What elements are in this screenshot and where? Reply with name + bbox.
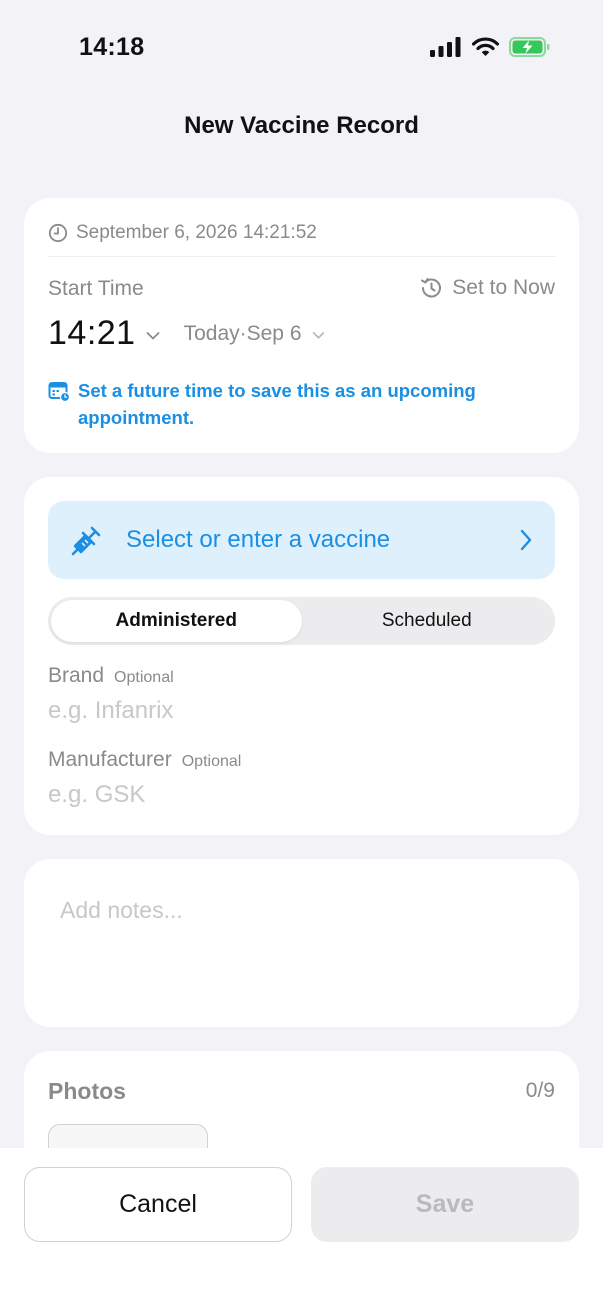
- save-button[interactable]: Save: [311, 1167, 579, 1242]
- time-picker[interactable]: 14:21: [48, 314, 136, 353]
- syringe-icon: [71, 526, 101, 556]
- appointment-hint-text: Set a future time to save this as an upc…: [78, 380, 476, 428]
- divider: [48, 256, 555, 257]
- status-segmented-control: Administered Scheduled: [48, 597, 555, 645]
- select-vaccine-button[interactable]: Select or enter a vaccine: [48, 501, 555, 579]
- status-bar: 14:18: [0, 0, 603, 96]
- start-time-label: Start Time: [48, 277, 144, 300]
- cellular-signal-icon: [430, 37, 461, 57]
- notes-input[interactable]: [60, 897, 540, 1007]
- brand-optional-tag: Optional: [114, 669, 174, 686]
- start-time-card: September 6, 2026 14:21:52 Start Time Se…: [24, 198, 579, 453]
- brand-label-row: Brand Optional: [48, 664, 174, 688]
- set-to-now-label: Set to Now: [452, 276, 555, 299]
- status-time: 14:18: [79, 33, 145, 61]
- battery-charging-icon: [509, 37, 550, 57]
- notes-card: [24, 859, 579, 1027]
- brand-label: Brand: [48, 664, 105, 687]
- set-to-now-button[interactable]: Set to Now: [418, 275, 555, 301]
- chevron-right-icon: [520, 529, 532, 551]
- photos-count: 0/9: [525, 1079, 555, 1102]
- chevron-down-icon[interactable]: [312, 331, 325, 340]
- calendar-icon: [48, 382, 70, 402]
- history-icon: [421, 278, 442, 298]
- brand-input[interactable]: [48, 697, 528, 725]
- appointment-hint: Set a future time to save this as an upc…: [48, 377, 518, 431]
- segment-scheduled[interactable]: Scheduled: [302, 600, 553, 642]
- cancel-button[interactable]: Cancel: [24, 1167, 292, 1242]
- timestamp-row: September 6, 2026 14:21:52: [48, 222, 317, 244]
- segment-administered[interactable]: Administered: [51, 600, 302, 642]
- time-date-row: 14:21 Today·Sep 6: [48, 314, 325, 353]
- vaccine-card: Select or enter a vaccine Administered S…: [24, 477, 579, 835]
- manufacturer-label-row: Manufacturer Optional: [48, 748, 241, 772]
- timestamp-text: September 6, 2026 14:21:52: [76, 222, 317, 243]
- manufacturer-input[interactable]: [48, 781, 528, 809]
- manufacturer-label: Manufacturer: [48, 748, 172, 771]
- status-icons: [430, 37, 551, 57]
- wifi-icon: [472, 37, 499, 56]
- select-vaccine-label: Select or enter a vaccine: [126, 526, 391, 553]
- page-title: New Vaccine Record: [184, 112, 419, 139]
- manufacturer-optional-tag: Optional: [181, 753, 242, 770]
- date-picker[interactable]: Today·Sep 6: [184, 322, 302, 346]
- bottom-action-bar: Cancel Save: [0, 1148, 603, 1311]
- clock-icon: [48, 223, 68, 243]
- chevron-down-icon[interactable]: [146, 331, 160, 341]
- photos-title: Photos: [48, 1078, 126, 1104]
